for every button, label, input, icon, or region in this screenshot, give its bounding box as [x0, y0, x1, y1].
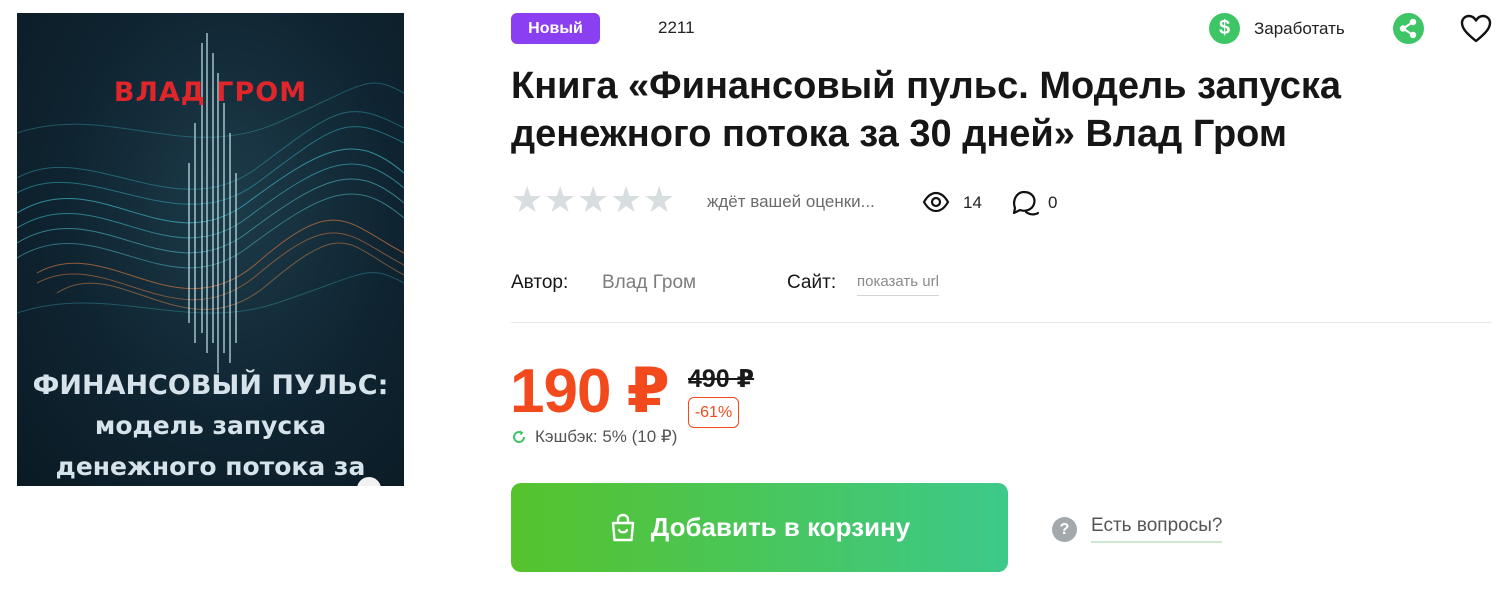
star-icon[interactable]: ★ [511, 182, 543, 218]
cover-title-line: денежного потока за [55, 452, 366, 481]
earn-button[interactable]: $ Заработать [1209, 13, 1345, 44]
star-icon[interactable]: ★ [643, 182, 675, 218]
favorite-button[interactable] [1460, 14, 1492, 44]
new-badge: Новый [511, 13, 600, 44]
rating-status: ждёт вашей оценки... [707, 192, 875, 211]
item-id: 2211 [658, 18, 695, 37]
cashback-text: Кэшбэк: 5% (10 ₽) [535, 427, 678, 446]
star-icon[interactable]: ★ [544, 182, 576, 218]
questions-label: Есть вопросы? [1091, 515, 1223, 543]
rating-stars[interactable]: ★ ★ ★ ★ ★ [511, 182, 675, 218]
add-to-cart-button[interactable]: Добавить в корзину [511, 483, 1008, 572]
book-cover-image[interactable]: ВЛАД ГРОМ ФИНАНСОВЫЙ ПУЛЬС: модель запус… [17, 13, 404, 486]
eye-icon [922, 191, 950, 213]
cover-title-line: модель запуска [94, 411, 327, 440]
star-icon[interactable]: ★ [577, 182, 609, 218]
comment-icon [1012, 190, 1040, 216]
comments-count[interactable]: 0 [1048, 193, 1057, 213]
divider [511, 322, 1491, 323]
dollar-icon: $ [1209, 13, 1240, 44]
author-link[interactable]: Влад Гром [602, 272, 696, 294]
add-to-cart-label: Добавить в корзину [650, 512, 911, 542]
current-price: 190 ₽ [510, 357, 670, 426]
heart-icon [1460, 14, 1492, 43]
discount-badge: -61% [688, 397, 739, 428]
star-icon[interactable]: ★ [610, 182, 642, 218]
questions-link[interactable]: ? Есть вопросы? [1052, 515, 1223, 543]
refresh-icon [513, 430, 526, 443]
shopping-bag-icon [611, 513, 634, 541]
views-count: 14 [963, 193, 982, 212]
cashback-info: Кэшбэк: 5% (10 ₽) [511, 427, 677, 447]
cover-author-text: ВЛАД ГРОМ [113, 77, 308, 108]
share-icon [1399, 18, 1417, 39]
question-icon: ? [1052, 516, 1077, 542]
earn-label: Заработать [1254, 18, 1345, 38]
product-title: Книга «Финансовый пульс. Модель запуска … [511, 65, 1342, 155]
show-url-link[interactable]: показать url [857, 273, 939, 296]
share-button[interactable] [1393, 13, 1424, 44]
old-price: 490 ₽ [688, 365, 755, 393]
author-label: Автор: [511, 272, 569, 293]
site-label: Сайт: [787, 272, 837, 293]
cover-title-line: ФИНАНСОВЫЙ ПУЛЬС: [32, 370, 389, 401]
